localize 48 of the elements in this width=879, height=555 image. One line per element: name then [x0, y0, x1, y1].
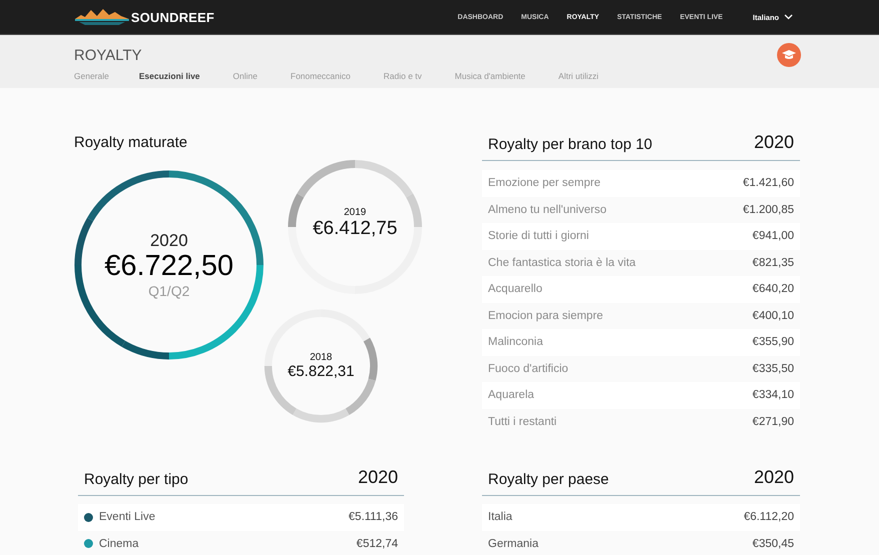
year-label: 2020: [754, 132, 794, 153]
amount-value: €6.722,50: [104, 251, 234, 283]
amount-value: €1.200,85: [742, 204, 794, 216]
amount-value: €5.822,31: [288, 363, 354, 380]
page-title: ROYALTY: [74, 47, 142, 64]
amount-value: €5.111,36: [348, 511, 398, 524]
year-label: 2020: [754, 467, 794, 488]
amount-value: €6.412,75: [312, 218, 398, 240]
amount-value: €334,10: [752, 389, 794, 402]
track-name: Emocion para siempre: [488, 310, 604, 322]
amount-value: €6.112,20: [744, 511, 794, 524]
amount-value: €1.421,60: [742, 177, 794, 190]
amount-value: €400,10: [752, 310, 794, 322]
card-title: Royalty per tipo: [84, 471, 188, 488]
type-name: Eventi Live: [99, 511, 156, 524]
amount-value: €640,20: [752, 283, 794, 296]
amount-value: €821,35: [752, 256, 794, 269]
country-name: Italia: [488, 511, 512, 524]
period-label: Q1/Q2: [148, 282, 190, 299]
country-name: Germania: [488, 538, 538, 550]
track-name: Tutti i restanti: [488, 416, 557, 428]
amount-value: €355,90: [752, 336, 794, 348]
amount-value: €941,00: [752, 230, 794, 242]
track-name: Aquarela: [488, 389, 534, 402]
card-title: Royalty per paese: [488, 471, 609, 488]
amount-value: €512,74: [356, 538, 398, 550]
chevron-down-icon: [784, 14, 793, 20]
year-label: 2018: [310, 352, 332, 363]
graduation-cap-icon[interactable]: [777, 43, 801, 67]
track-name: Che fantastica storia è la vita: [488, 256, 636, 269]
card-title: Royalty maturate: [74, 134, 188, 151]
track-name: Malinconia: [488, 336, 543, 348]
year-label: 2020: [358, 467, 398, 488]
track-name: Almeno tu nell'universo: [488, 204, 607, 216]
logo-text[interactable]: SOUNDREEF: [131, 10, 214, 24]
section-tab[interactable]: Esecuzioni live: [138, 71, 200, 81]
wave-logo-icon: [75, 7, 129, 27]
amount-value: €350,45: [752, 538, 794, 550]
track-name: Fuoco d'artificio: [488, 362, 568, 375]
year-label: 2020: [150, 231, 188, 252]
track-name: Emozione per sempre: [488, 177, 600, 190]
card-title: Royalty per brano top 10: [488, 136, 652, 153]
year-label: 2019: [344, 207, 366, 218]
amount-value: €271,90: [752, 416, 794, 428]
amount-value: €335,50: [752, 362, 794, 375]
track-name: Storie di tutti i giorni: [488, 230, 589, 242]
type-name: Cinema: [99, 538, 139, 550]
track-name: Acquarello: [488, 283, 542, 296]
